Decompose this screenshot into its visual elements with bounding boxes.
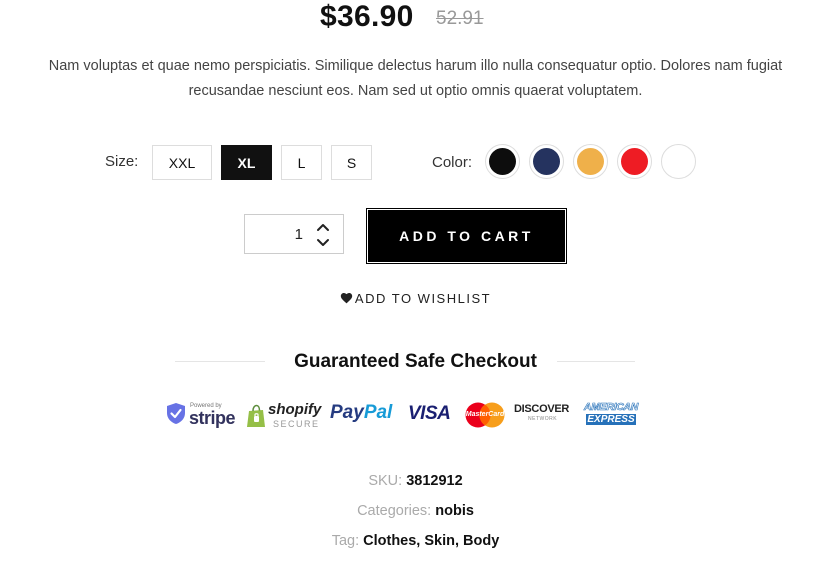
price-row: $36.90 52.91 — [0, 0, 831, 36]
color-swatch-black[interactable] — [485, 144, 520, 179]
tag-links[interactable]: Clothes, Skin, Body — [363, 533, 499, 549]
sku-row: SKU: 3812912 — [0, 473, 831, 489]
shopify-bag-icon — [247, 404, 265, 427]
add-to-wishlist-link[interactable]: ADD TO WISHLIST — [0, 291, 831, 306]
categories-row: Categories: nobis — [0, 503, 831, 519]
shopify-wordmark: shopify — [268, 401, 322, 418]
categories-label: Categories: — [357, 503, 432, 519]
sku-value: 3812912 — [406, 473, 463, 489]
add-to-cart-button[interactable]: ADD TO CART — [366, 208, 567, 264]
quantity-arrows — [315, 221, 333, 249]
size-option-s[interactable]: S — [331, 145, 372, 180]
original-price: 52.91 — [436, 8, 484, 29]
color-swatch-white[interactable] — [661, 144, 696, 179]
size-option-xl[interactable]: XL — [221, 145, 272, 180]
paypal-pay-text: Pay — [330, 402, 364, 423]
tag-label: Tag: — [331, 533, 360, 549]
heart-icon — [340, 292, 353, 304]
category-link[interactable]: nobis — [435, 503, 474, 519]
size-label: Size: — [105, 153, 139, 170]
chevron-down-icon[interactable] — [315, 237, 331, 249]
paypal-badge: PayPal — [330, 402, 400, 428]
safe-checkout-title: Guaranteed Safe Checkout — [294, 351, 537, 372]
color-swatch-yellow[interactable] — [573, 144, 608, 179]
size-option-xxl[interactable]: XXL — [152, 145, 212, 180]
swatch-fill — [665, 148, 692, 175]
mastercard-text: MasterCard — [465, 411, 505, 418]
payment-badges: Powered by stripe shopify SECURE PayPal … — [164, 398, 644, 434]
current-price: $36.90 — [320, 0, 414, 33]
discover-badge: DISCOVER NETWORK — [514, 403, 574, 429]
amex-badge: AMERICAN EXPRESS — [580, 401, 642, 428]
stripe-badge: Powered by stripe — [164, 400, 236, 430]
shopify-badge: shopify SECURE — [246, 400, 326, 432]
sku-label: SKU: — [368, 473, 403, 489]
color-swatch-navy[interactable] — [529, 144, 564, 179]
stripe-wordmark: stripe — [189, 408, 236, 428]
shield-check-icon — [167, 403, 185, 424]
swatch-fill — [533, 148, 560, 175]
shopify-secure-text: SECURE — [273, 419, 320, 429]
discover-network-text: NETWORK — [528, 416, 558, 422]
quantity-stepper — [244, 214, 344, 254]
swatch-fill — [489, 148, 516, 175]
swatch-fill — [621, 148, 648, 175]
wishlist-label: ADD TO WISHLIST — [354, 291, 492, 306]
paypal-pal-text: Pal — [363, 402, 393, 423]
visa-badge: VISA — [408, 403, 451, 424]
size-option-l[interactable]: L — [281, 145, 322, 180]
product-description: Nam voluptas et quae nemo perspiciatis. … — [48, 58, 783, 99]
amex-top-text: AMERICAN — [583, 401, 639, 413]
swatch-fill — [577, 148, 604, 175]
chevron-up-icon[interactable] — [315, 221, 331, 233]
quantity-input[interactable] — [245, 215, 309, 253]
mastercard-badge: MasterCard — [464, 402, 506, 428]
color-swatch-red[interactable] — [617, 144, 652, 179]
divider-right — [557, 361, 635, 362]
discover-wordmark: DISCOVER — [514, 403, 570, 415]
color-label: Color: — [432, 154, 473, 171]
amex-bottom-text: EXPRESS — [586, 414, 636, 425]
tags-row: Tag: Clothes, Skin, Body — [0, 533, 831, 549]
